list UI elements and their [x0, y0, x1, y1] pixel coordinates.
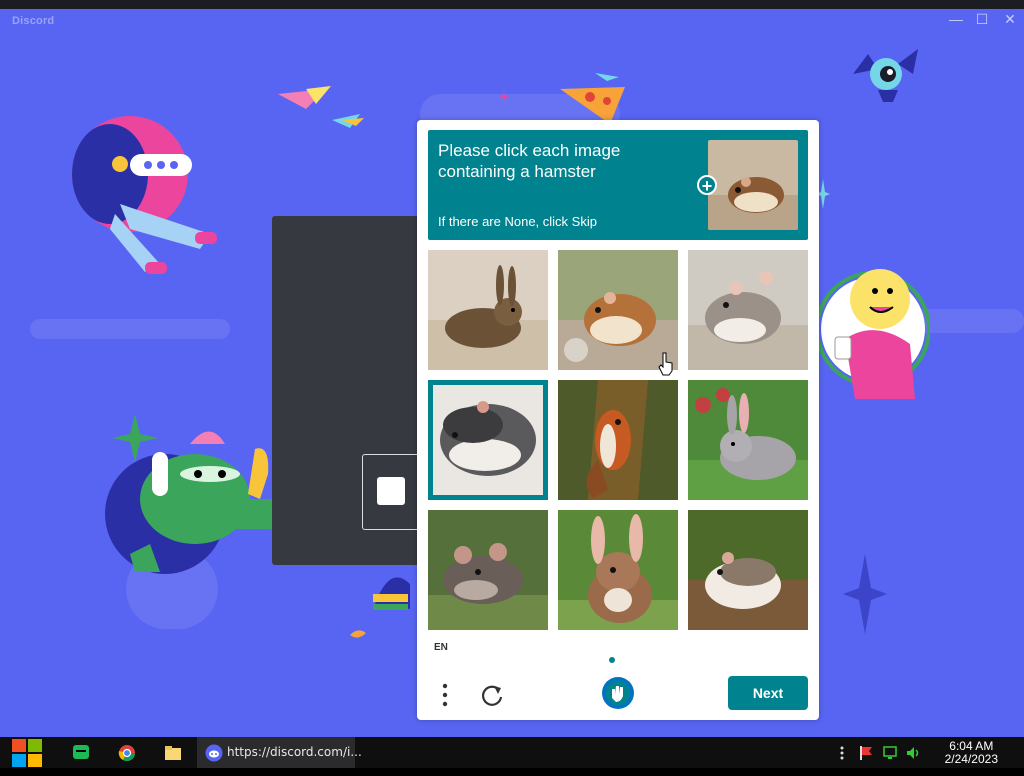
hcaptcha-hand-icon — [602, 677, 634, 709]
language-selector[interactable]: EN — [434, 642, 448, 653]
rabbit-image — [428, 250, 548, 370]
start-button[interactable] — [10, 737, 44, 768]
network-icon — [883, 746, 897, 759]
window-title: Discord — [12, 15, 55, 27]
squirrel-image — [558, 380, 678, 500]
star-illustration — [843, 554, 887, 634]
hand-cursor-icon — [658, 352, 673, 376]
image-tile-9[interactable] — [688, 510, 808, 630]
taskbar-app-discord[interactable]: https://discord.com/i... — [197, 737, 362, 768]
close-button[interactable]: ✕ — [1000, 11, 1020, 28]
rabbit-image — [558, 510, 678, 630]
hamster-image — [433, 385, 543, 495]
taskbar-app-spotify[interactable] — [72, 744, 90, 775]
discord-window: Discord — ☐ ✕ Please click each image co… — [0, 9, 1024, 737]
character-illustration-drink — [815, 269, 930, 399]
image-tile-3[interactable] — [688, 250, 808, 370]
background-cloud — [30, 319, 230, 339]
windows-logo-icon — [12, 739, 42, 767]
tray-volume[interactable] — [905, 745, 921, 776]
prompt-subtitle: If there are None, click Skip — [438, 214, 597, 229]
image-tile-8[interactable] — [558, 510, 678, 630]
character-illustration-phone — [72, 116, 217, 274]
taskbar-app-explorer[interactable] — [164, 744, 182, 775]
menu-button[interactable] — [435, 680, 455, 710]
minimize-button[interactable]: — — [946, 11, 966, 27]
monster-illustration-headphones — [105, 414, 280, 574]
challenge-prompt: Please click each image containing a ham… — [428, 130, 808, 240]
qr-code-box — [362, 454, 422, 530]
image-tile-7[interactable] — [428, 510, 548, 630]
chat-app-icon — [73, 745, 89, 759]
hcaptcha-challenge: Please click each image containing a ham… — [417, 120, 819, 720]
paper-plane-illustration — [278, 86, 331, 109]
bird-illustration — [332, 114, 364, 128]
taskbar: https://discord.com/i... 6:04 AM 2/24/20… — [0, 737, 1024, 768]
rabbit-image — [688, 380, 808, 500]
hcaptcha-logo[interactable] — [601, 676, 635, 710]
robot-illustration — [853, 49, 918, 102]
tray-overflow[interactable] — [838, 745, 846, 776]
page-indicator — [609, 650, 615, 668]
image-tile-4[interactable] — [428, 380, 548, 500]
tray-network[interactable] — [882, 745, 898, 776]
flag-icon — [860, 746, 872, 760]
more-vertical-icon — [840, 746, 844, 760]
image-grid — [428, 250, 808, 630]
image-tile-6[interactable] — [688, 380, 808, 500]
prompt-title: Please click each image containing a ham… — [438, 141, 621, 181]
refresh-icon — [481, 685, 503, 706]
add-example-icon[interactable]: + — [697, 175, 717, 196]
sparkle-icon — [498, 91, 510, 103]
leaf-illustration — [350, 630, 366, 638]
more-vertical-icon — [442, 683, 448, 707]
speaker-icon — [907, 747, 919, 759]
refresh-button[interactable] — [477, 680, 507, 710]
tray-flag[interactable] — [858, 745, 874, 776]
folder-icon — [165, 746, 181, 760]
taskbar-window-title: https://discord.com/i... — [227, 745, 362, 759]
hamster-image — [688, 510, 808, 630]
discord-icon — [205, 744, 223, 762]
chrome-icon — [118, 745, 136, 762]
example-image[interactable] — [708, 140, 798, 230]
system-clock[interactable]: 6:04 AM 2/24/2023 — [945, 740, 998, 766]
mouse-image — [428, 510, 548, 630]
hamster-image — [688, 250, 808, 370]
image-tile-1[interactable] — [428, 250, 548, 370]
image-tile-5[interactable] — [558, 380, 678, 500]
taskbar-app-chrome[interactable] — [118, 744, 136, 775]
squid-illustration — [373, 577, 410, 610]
maximize-button[interactable]: ☐ — [972, 11, 992, 28]
next-button[interactable]: Next — [728, 676, 808, 710]
top-strip — [0, 0, 1024, 9]
hamster-example-image — [708, 140, 798, 230]
clock-date: 2/24/2023 — [944, 752, 998, 766]
